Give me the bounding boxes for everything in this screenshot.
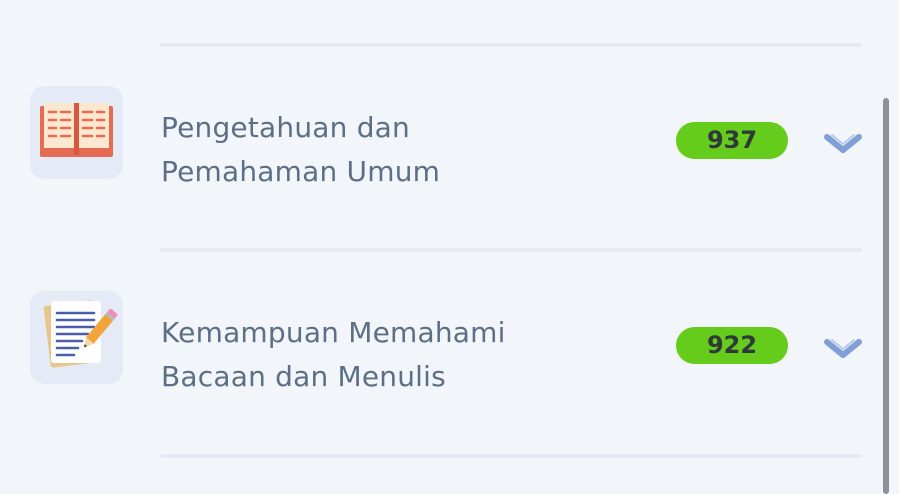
chevron-down-icon[interactable] (824, 129, 862, 155)
subject-title-line1: Kemampuan Memahami (161, 316, 506, 349)
scrollbar[interactable] (883, 98, 889, 494)
divider-middle (160, 248, 862, 252)
subject-title-line2: Pemahaman Umum (161, 155, 441, 188)
subject-title-line1: Pengetahuan dan (161, 111, 410, 144)
subject-title: Pengetahuan dan Pemahaman Umum (161, 106, 581, 194)
list-item-kemampuan[interactable]: Kemampuan Memahami Bacaan dan Menulis 92… (0, 255, 880, 455)
divider-top (160, 43, 862, 47)
subject-title: Kemampuan Memahami Bacaan dan Menulis (161, 311, 581, 399)
score-badge: 937 (676, 122, 788, 159)
open-book-icon (30, 86, 123, 179)
writing-paper-icon (30, 291, 123, 384)
subject-score-list: Pengetahuan dan Pemahaman Umum 937 Kemam… (0, 0, 899, 494)
list-item-pengetahuan[interactable]: Pengetahuan dan Pemahaman Umum 937 (0, 50, 880, 250)
divider-bottom (160, 454, 862, 458)
subject-title-line2: Bacaan dan Menulis (161, 360, 446, 393)
score-badge: 922 (676, 327, 788, 364)
chevron-down-icon[interactable] (824, 334, 862, 360)
